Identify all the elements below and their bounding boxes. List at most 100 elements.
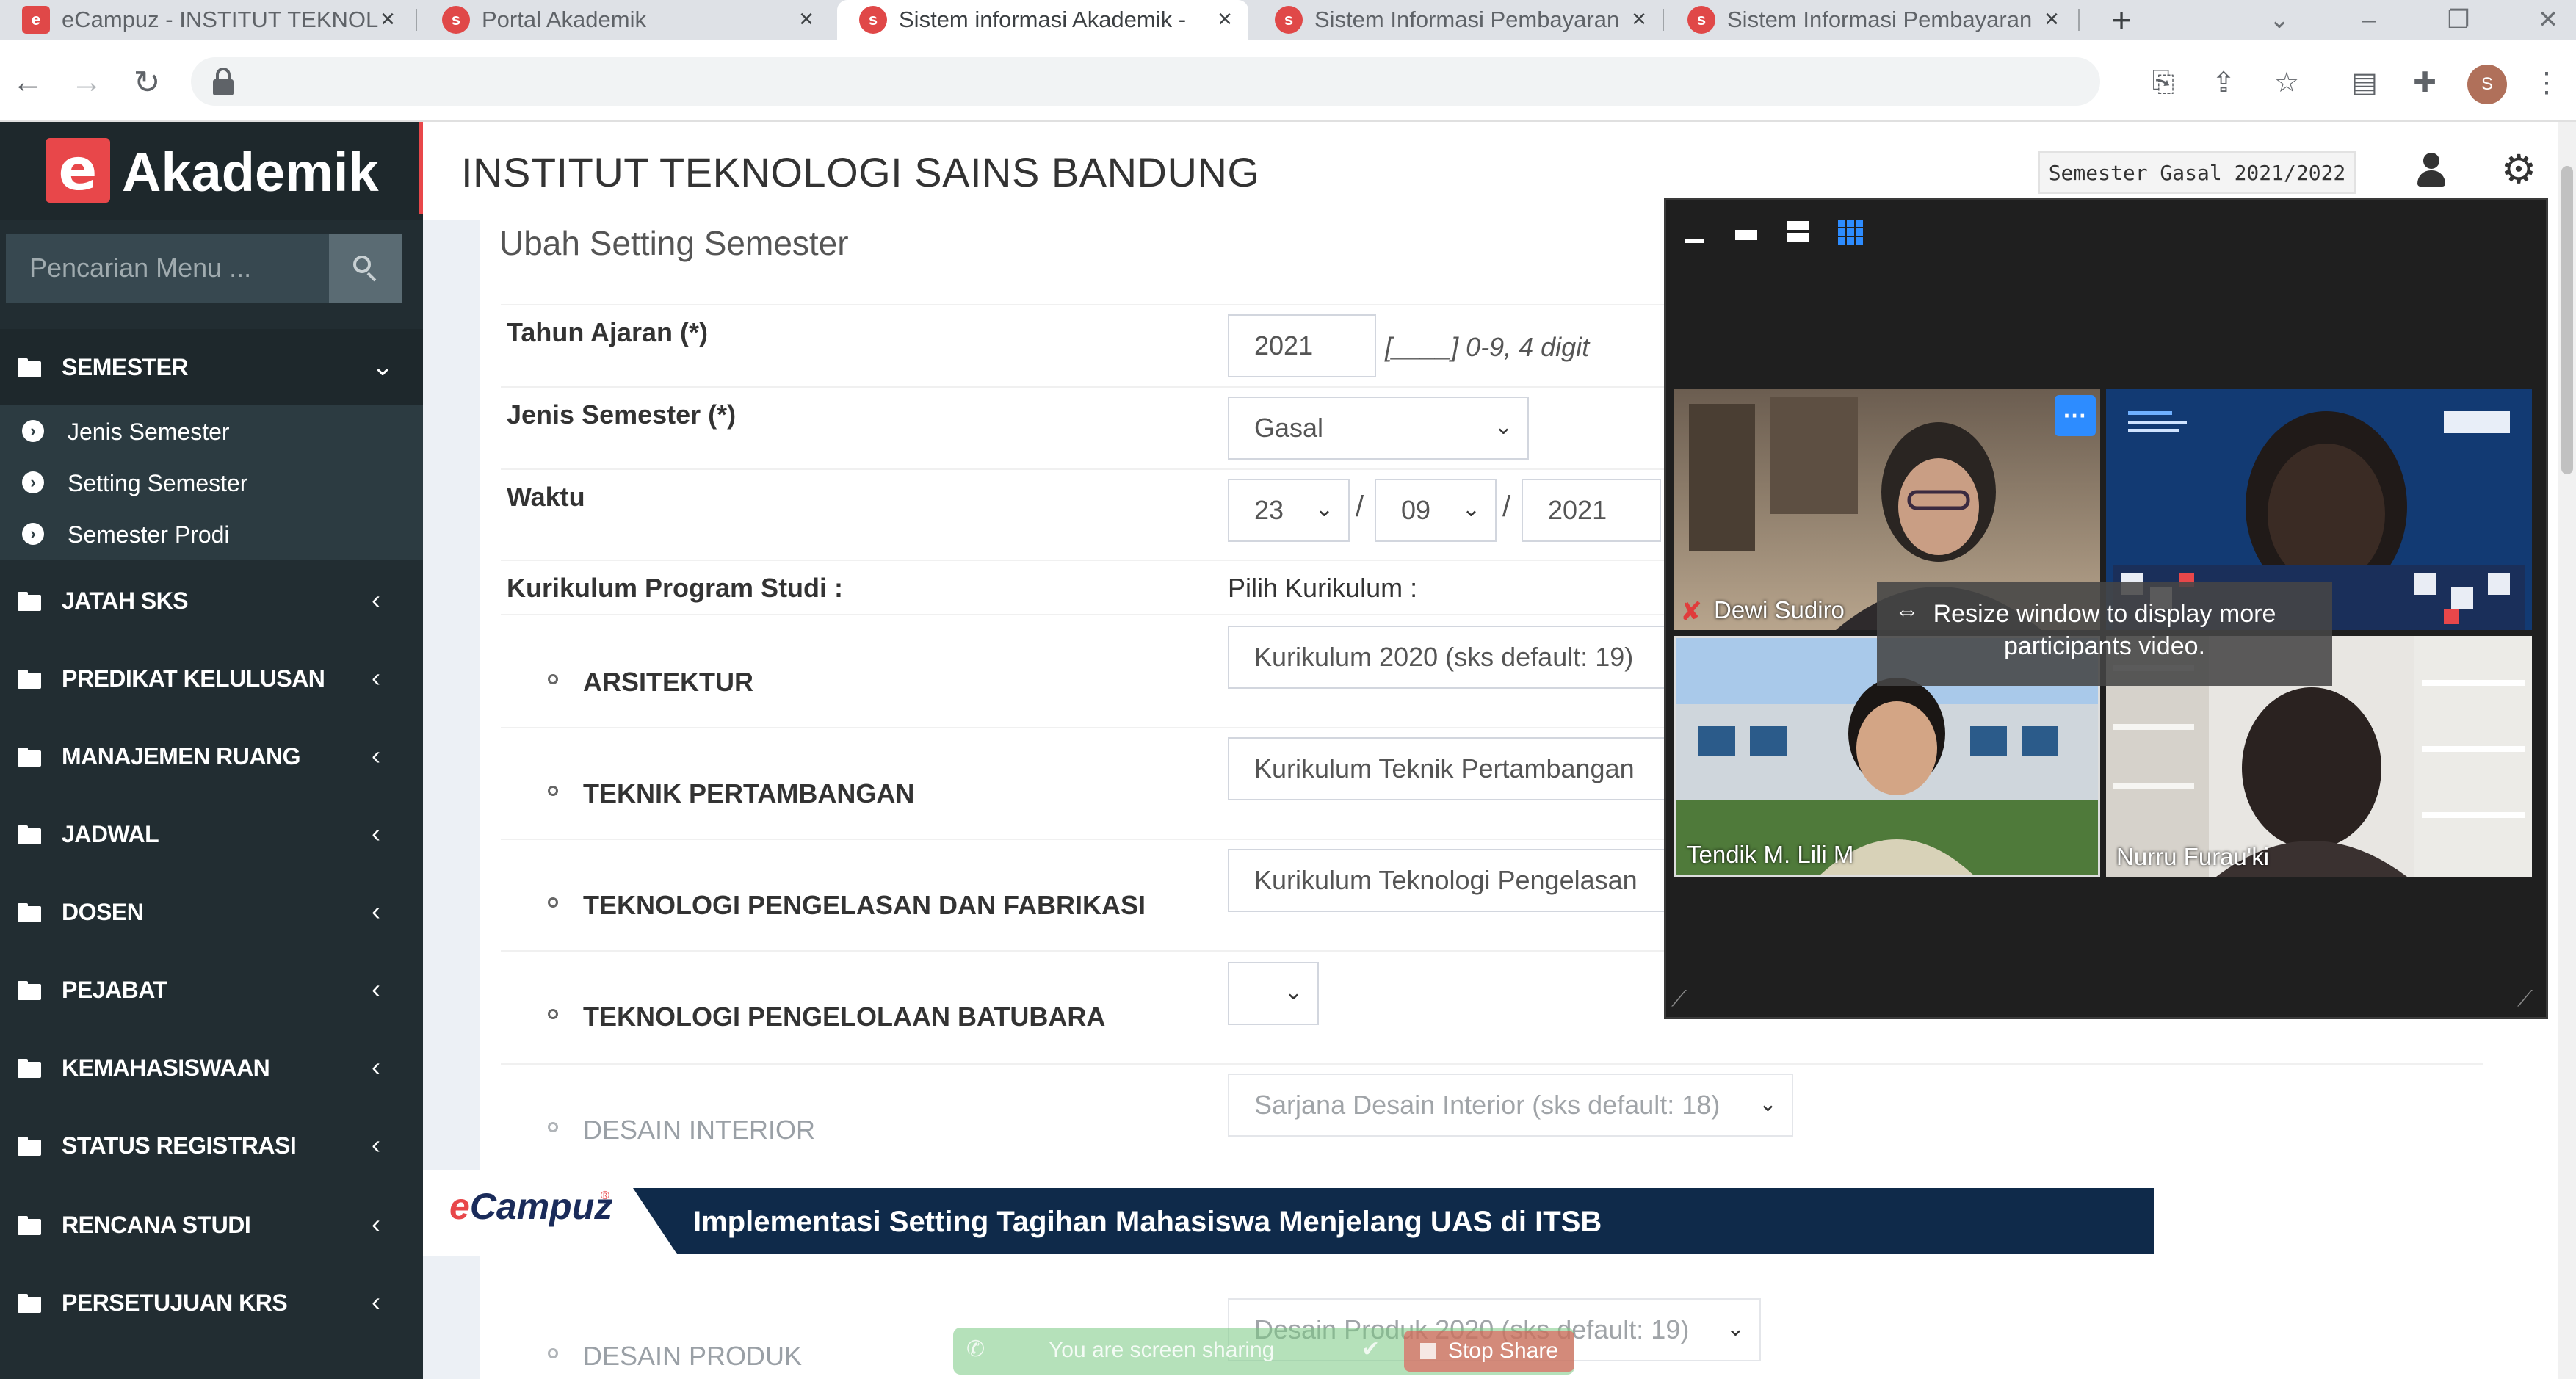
sidebar-item-manajemen-ruang[interactable]: MANAJEMEN RUANG ‹ — [0, 718, 423, 796]
minimize-icon[interactable]: – — [2347, 0, 2391, 40]
folder-icon — [18, 1059, 41, 1078]
gallery-view-icon[interactable] — [1837, 218, 1864, 246]
close-icon[interactable]: × — [2037, 4, 2066, 34]
lock-icon[interactable] — [210, 68, 236, 95]
sidebar-item-rencana-studi[interactable]: RENCANA STUDI ‹ — [0, 1187, 423, 1264]
prodi-desain-produk: DESAIN PRODUK — [583, 1341, 803, 1371]
chevron-left-icon: ‹ — [372, 818, 380, 848]
ecampuz-logo: eCampuz — [449, 1185, 612, 1228]
close-icon[interactable]: × — [373, 4, 402, 34]
share-icon[interactable]: ⇪ — [2206, 65, 2241, 100]
sidebar-item-label: DOSEN — [62, 899, 144, 925]
sidebar-item-label: PREDIKAT KELULUSAN — [62, 665, 325, 692]
user-icon[interactable] — [2414, 153, 2447, 188]
menu-kebab-icon[interactable]: ⋮ — [2529, 65, 2564, 100]
resize-handle-icon[interactable]: ⟋ — [1671, 987, 1695, 1011]
waktu-day-select[interactable]: 23 ⌄ — [1228, 479, 1350, 542]
pilih-kurikulum-label: Pilih Kurikulum : — [1228, 573, 1418, 603]
page-scrollbar[interactable] — [2558, 122, 2576, 1379]
phone-icon: ✆ — [966, 1337, 985, 1361]
sidebar-subitem-label: Setting Semester — [68, 470, 248, 496]
gear-icon[interactable]: ⚙ — [2497, 147, 2541, 192]
sidebar-item-jatah-sks[interactable]: JATAH SKS ‹ — [0, 562, 423, 640]
sidebar-item-dosen[interactable]: DOSEN ‹ — [0, 874, 423, 952]
search-button[interactable] — [329, 234, 402, 303]
sidebar-item-kemahasiswaan[interactable]: KEMAHASISWAAN ‹ — [0, 1029, 423, 1107]
arrow-circle-icon: › — [22, 420, 44, 442]
sidebar-item-jadwal[interactable]: JADWAL ‹ — [0, 796, 423, 874]
kurikulum-select-pengelasan[interactable]: Kurikulum Teknologi Pengelasan — [1228, 849, 1683, 912]
extensions-icon[interactable]: ✚ — [2407, 65, 2442, 100]
sidebar: e Akademik SEMESTER ⌄ › Jenis Semester ›… — [0, 122, 423, 1379]
sidebar-subitem-setting-semester[interactable]: › Setting Semester — [0, 457, 423, 508]
prodi-teknologi-pengelasan: TEKNOLOGI PENGELASAN DAN FABRIKASI — [583, 890, 1146, 920]
restore-icon[interactable]: ❐ — [2436, 0, 2481, 40]
sidebar-subitem-jenis-semester[interactable]: › Jenis Semester — [0, 405, 423, 457]
waktu-month-select[interactable]: 09 ⌄ — [1375, 479, 1497, 542]
brand-logo[interactable]: e Akademik — [0, 122, 423, 220]
sidebar-item-status-registrasi[interactable]: STATUS REGISTRASI ‹ — [0, 1107, 423, 1185]
tab-sistem-akademik[interactable]: s Sistem informasi Akademik - × — [837, 0, 1248, 40]
folder-icon — [18, 981, 41, 1000]
forward-icon[interactable]: → — [66, 62, 107, 103]
tab-ecampuz[interactable]: e eCampuz - INSTITUT TEKNOL × — [0, 0, 411, 40]
browser-toolbar: ← → ↻ ⎘ ⇪ ☆ ▤ ✚ ⋮ — [0, 40, 2576, 122]
shield-check-icon: ✔ — [1361, 1337, 1381, 1361]
scrollbar-thumb[interactable] — [2561, 166, 2573, 474]
kurikulum-select-batubara[interactable]: ⌄ — [1228, 962, 1319, 1025]
date-separator: / — [1502, 491, 1511, 523]
menu-search-input[interactable] — [6, 234, 329, 303]
address-bar[interactable] — [191, 57, 2100, 106]
chevron-left-icon: ‹ — [372, 1286, 380, 1317]
select-value: Kurikulum 2020 (sks default: 19) — [1254, 642, 1634, 672]
bookmark-star-icon[interactable]: ☆ — [2269, 65, 2304, 100]
resize-handle-icon[interactable]: ⟋ — [2517, 987, 2541, 1011]
sidebar-subitem-label: Semester Prodi — [68, 521, 230, 548]
minimize-video-icon[interactable] — [1681, 218, 1709, 246]
institution-title: INSTITUT TEKNOLOGI SAINS BANDUNG — [461, 149, 1260, 195]
stop-share-button[interactable]: Stop Share — [1404, 1331, 1574, 1372]
search-icon — [353, 256, 378, 282]
sidebar-item-label: PERSETUJUAN KRS — [62, 1289, 288, 1316]
sidebar-item-persetujuan-krs[interactable]: PERSETUJUAN KRS ‹ — [0, 1264, 423, 1342]
jenis-semester-select[interactable]: Gasal ⌄ — [1228, 397, 1529, 460]
kurikulum-select-pertambangan[interactable]: Kurikulum Teknik Pertambangan — [1228, 737, 1683, 800]
waktu-year-select[interactable]: 2021 — [1522, 479, 1661, 542]
tab-sistem-pembayaran-2[interactable]: s Sistem Informasi Pembayaran × — [1665, 0, 2075, 40]
tab-portal-akademik[interactable]: s Portal Akademik × — [420, 0, 830, 40]
jenis-semester-label: Jenis Semester (*) — [507, 399, 737, 430]
tab-search-icon[interactable]: ⌄ — [2257, 0, 2301, 40]
kurikulum-select-arsitektur[interactable]: Kurikulum 2020 (sks default: 19) — [1228, 626, 1683, 689]
participant-more-button[interactable]: ··· — [2055, 395, 2096, 436]
prodi-arsitektur: ARSITEKTUR — [583, 667, 753, 697]
chevron-left-icon: ‹ — [372, 1209, 380, 1239]
kurikulum-select-desain-interior[interactable]: Sarjana Desain Interior (sks default: 18… — [1228, 1074, 1793, 1137]
sidebar-item-predikat-kelulusan[interactable]: PREDIKAT KELULUSAN ‹ — [0, 640, 423, 718]
profile-avatar[interactable]: S — [2467, 65, 2507, 104]
tahun-ajaran-hint: [____] 0-9, 4 digit — [1385, 332, 1590, 362]
close-window-icon[interactable]: ✕ — [2526, 0, 2570, 40]
sidebar-item-pejabat[interactable]: PEJABAT ‹ — [0, 952, 423, 1029]
close-icon[interactable]: × — [1210, 4, 1240, 34]
sidebar-item-label: MANAJEMEN RUANG — [62, 743, 300, 770]
select-value: Kurikulum Teknologi Pengelasan — [1254, 865, 1638, 895]
tab-separator — [1663, 9, 1664, 31]
close-icon[interactable]: × — [1624, 4, 1654, 34]
tab-title: eCampuz - INSTITUT TEKNOL — [62, 7, 379, 32]
new-tab-button[interactable]: + — [2102, 0, 2141, 40]
speaker-view-icon[interactable] — [1732, 218, 1760, 246]
reload-icon[interactable]: ↻ — [126, 62, 167, 103]
sidebar-item-semester[interactable]: SEMESTER ⌄ — [0, 329, 423, 407]
participant-name: Dewi Sudiro — [1714, 596, 1845, 623]
close-icon[interactable]: × — [792, 4, 821, 34]
tab-sistem-pembayaran-1[interactable]: s Sistem Informasi Pembayaran × — [1253, 0, 1663, 40]
sidebar-subitem-semester-prodi[interactable]: › Semester Prodi — [0, 508, 423, 560]
sheets-extension-icon[interactable]: ▤ — [2347, 65, 2382, 100]
kurikulum-label: Kurikulum Program Studi : — [507, 573, 844, 603]
arrow-circle-icon: › — [22, 523, 44, 545]
strip-view-icon[interactable] — [1784, 218, 1812, 246]
back-icon[interactable]: ← — [7, 62, 48, 103]
tahun-ajaran-input[interactable]: 2021 — [1228, 314, 1376, 377]
brand-text: Akademik — [122, 142, 379, 203]
translate-icon[interactable]: ⎘ — [2146, 65, 2181, 100]
